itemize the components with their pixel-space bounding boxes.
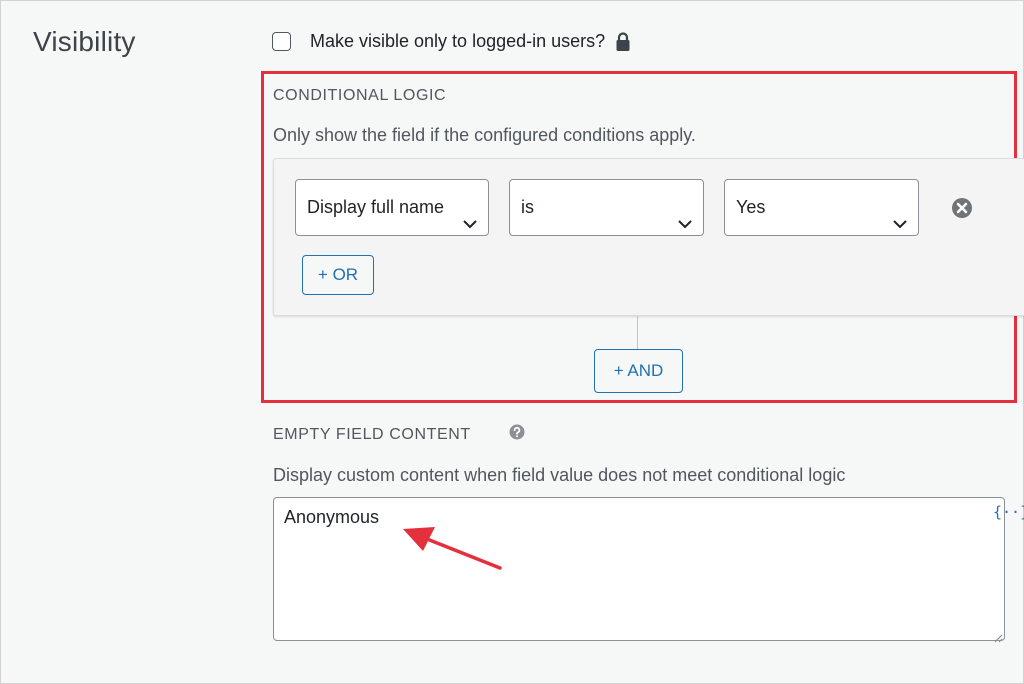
condition-field-select[interactable]: Display full name [295, 179, 489, 236]
empty-field-content-heading: EMPTY FIELD CONTENT [273, 426, 471, 443]
logged-in-only-label[interactable]: Make visible only to logged-in users? [310, 31, 605, 52]
condition-value: Yes [736, 197, 766, 217]
chevron-down-icon [892, 199, 908, 235]
logged-in-visibility-row: Make visible only to logged-in users? [272, 31, 631, 52]
help-icon[interactable] [509, 424, 525, 445]
merge-tags-icon[interactable]: {··} [993, 503, 1024, 521]
condition-field-value: Display full name [307, 197, 445, 217]
add-and-condition-button[interactable]: + AND [594, 349, 683, 393]
add-or-condition-button[interactable]: + OR [302, 255, 374, 295]
annotation-arrow-icon [395, 515, 507, 580]
conditional-logic-description: Only show the field if the configured co… [273, 125, 696, 145]
empty-field-content-value: Anonymous [284, 507, 380, 527]
lock-icon [615, 31, 631, 52]
condition-operator-select[interactable]: is [509, 179, 704, 236]
empty-field-content-description: Display custom content when field value … [273, 465, 846, 485]
condition-operator-value: is [521, 197, 534, 217]
and-connector-line [637, 316, 638, 349]
conditional-logic-heading: CONDITIONAL LOGIC [273, 87, 447, 104]
chevron-down-icon [677, 199, 693, 235]
condition-value-select[interactable]: Yes [724, 179, 919, 236]
chevron-down-icon [458, 199, 478, 235]
logged-in-only-checkbox[interactable] [272, 32, 291, 51]
settings-panel: Visibility Make visible only to logged-i… [0, 0, 1024, 684]
section-title: Visibility [33, 26, 136, 57]
empty-field-content-textarea[interactable]: Anonymous [273, 497, 1005, 641]
resize-handle-icon[interactable] [993, 630, 1003, 648]
remove-condition-icon[interactable] [951, 197, 973, 224]
